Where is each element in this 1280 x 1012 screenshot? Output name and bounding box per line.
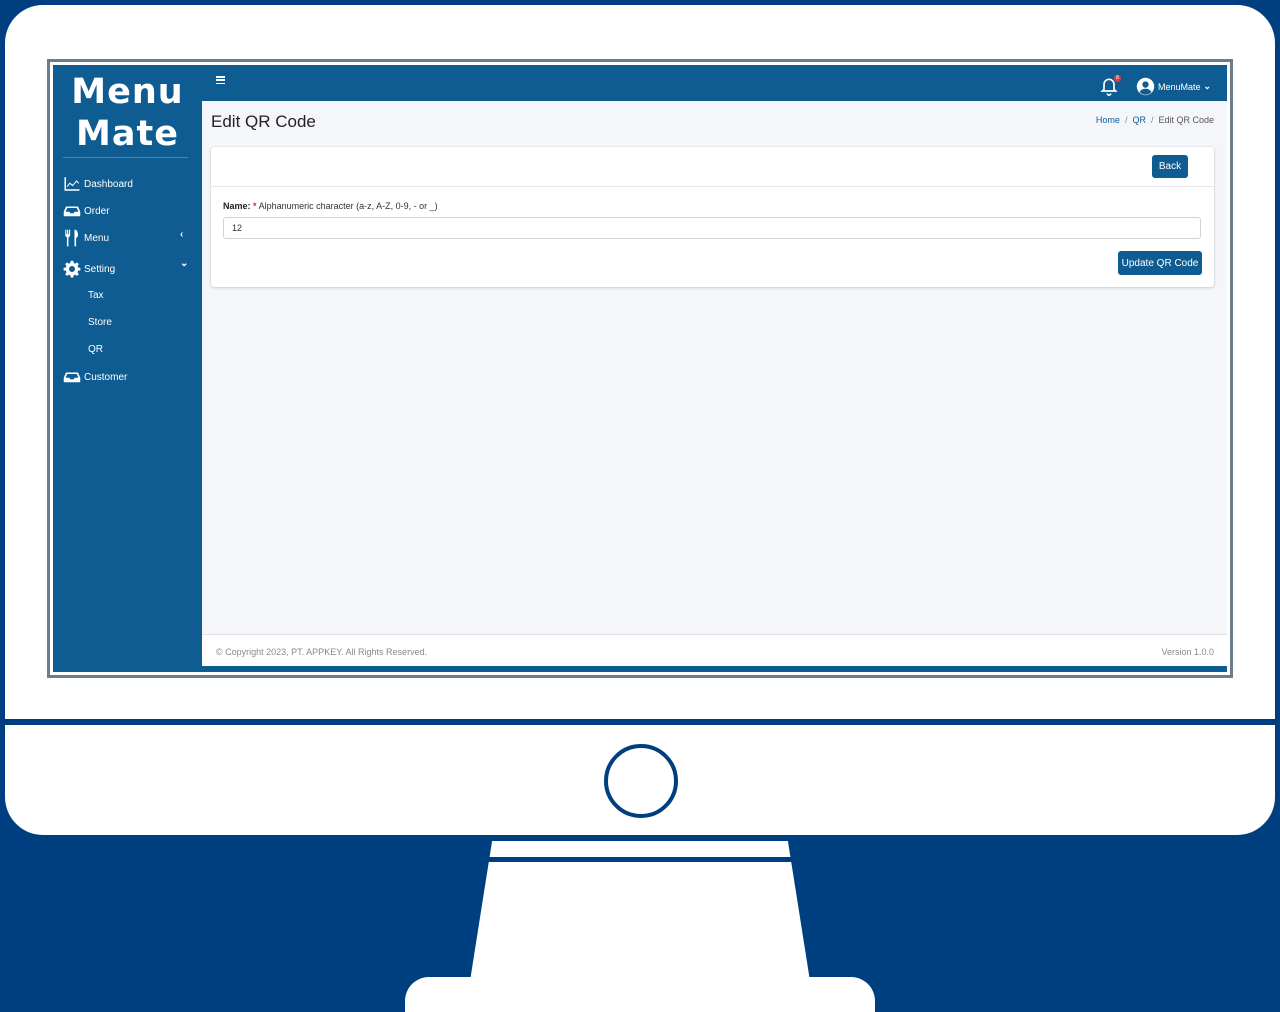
screen-bottom-bar — [202, 666, 1227, 672]
card-header: Back — [211, 147, 1214, 187]
sidebar: Menu Mate Dashboard Order Menu ‹ Setting… — [53, 65, 202, 672]
sidebar-item-customer[interactable]: Customer — [63, 368, 127, 386]
footer: © Copyright 2023, PT. APPKEY. All Rights… — [202, 634, 1227, 667]
hamburger-icon[interactable] — [216, 76, 225, 85]
sidebar-item-setting[interactable]: Setting — [63, 260, 115, 278]
monitor-stand — [470, 841, 810, 981]
sidebar-item-menu[interactable]: Menu — [63, 229, 109, 247]
power-button-icon — [604, 744, 678, 818]
monitor-stand-base — [405, 977, 875, 1012]
utensils-icon — [65, 229, 78, 247]
tray-icon — [63, 372, 81, 383]
breadcrumb-separator: / — [1124, 115, 1128, 125]
tray-icon — [63, 206, 81, 217]
user-menu[interactable]: MenuMate ⌄ — [1136, 77, 1211, 96]
top-navbar: 8 MenuMate ⌄ — [202, 65, 1227, 101]
name-field-label: Name: * Alphanumeric character (a-z, A-Z… — [223, 201, 438, 211]
sidebar-subitem-tax[interactable]: Tax — [88, 290, 104, 301]
sidebar-subitem-store[interactable]: Store — [88, 317, 112, 328]
footer-copyright: © Copyright 2023, PT. APPKEY. All Rights… — [216, 647, 428, 657]
name-label: Name: — [223, 201, 251, 211]
sidebar-item-label: Customer — [84, 371, 128, 383]
notification-button[interactable]: 8 — [1099, 75, 1121, 96]
brand-line-1: Menu — [71, 72, 184, 112]
gear-icon — [63, 260, 81, 278]
sidebar-item-label: Order — [84, 205, 110, 217]
sidebar-item-label: Dashboard — [84, 178, 133, 190]
monitor-stand-stripe — [470, 857, 810, 862]
required-mark: * — [253, 201, 257, 211]
breadcrumb: Home / QR / Edit QR Code — [1096, 115, 1214, 125]
user-name: MenuMate — [1158, 81, 1201, 92]
user-avatar-icon — [1136, 77, 1155, 96]
brand-line-2: Mate — [76, 114, 179, 154]
breadcrumb-separator: / — [1150, 115, 1154, 125]
breadcrumb-current: Edit QR Code — [1158, 115, 1214, 125]
edit-qr-card: Back Name: * Alphanumeric character (a-z… — [211, 147, 1214, 287]
chevron-down-icon[interactable]: ⌄ — [180, 258, 188, 269]
app-screen: Menu Mate Dashboard Order Menu ‹ Setting… — [53, 65, 1227, 672]
notification-badge: 8 — [1114, 75, 1121, 82]
sidebar-item-label: Menu — [84, 232, 110, 244]
chevron-down-icon: ⌄ — [1203, 81, 1212, 91]
page-title: Edit QR Code — [211, 112, 316, 131]
sidebar-subitem-qr[interactable]: QR — [88, 344, 103, 355]
breadcrumb-qr[interactable]: QR — [1132, 115, 1146, 125]
chart-line-icon — [64, 177, 80, 191]
name-hint: Alphanumeric character (a-z, A-Z, 0-9, -… — [258, 201, 438, 211]
update-qr-code-button[interactable]: Update QR Code — [1118, 251, 1202, 275]
chevron-left-icon[interactable]: ‹ — [180, 229, 183, 240]
breadcrumb-home[interactable]: Home — [1096, 115, 1120, 125]
back-button[interactable]: Back — [1152, 155, 1188, 178]
sidebar-item-label: Setting — [84, 263, 116, 275]
name-input[interactable] — [223, 217, 1201, 239]
sidebar-item-dashboard[interactable]: Dashboard — [63, 175, 133, 193]
main-content: Edit QR Code Home / QR / Edit QR Code Ba… — [202, 101, 1227, 634]
footer-version: Version 1.0.0 — [1161, 647, 1214, 657]
brand-logo[interactable]: Menu Mate — [53, 71, 202, 155]
sidebar-item-order[interactable]: Order — [63, 202, 110, 220]
brand-divider — [63, 157, 188, 158]
